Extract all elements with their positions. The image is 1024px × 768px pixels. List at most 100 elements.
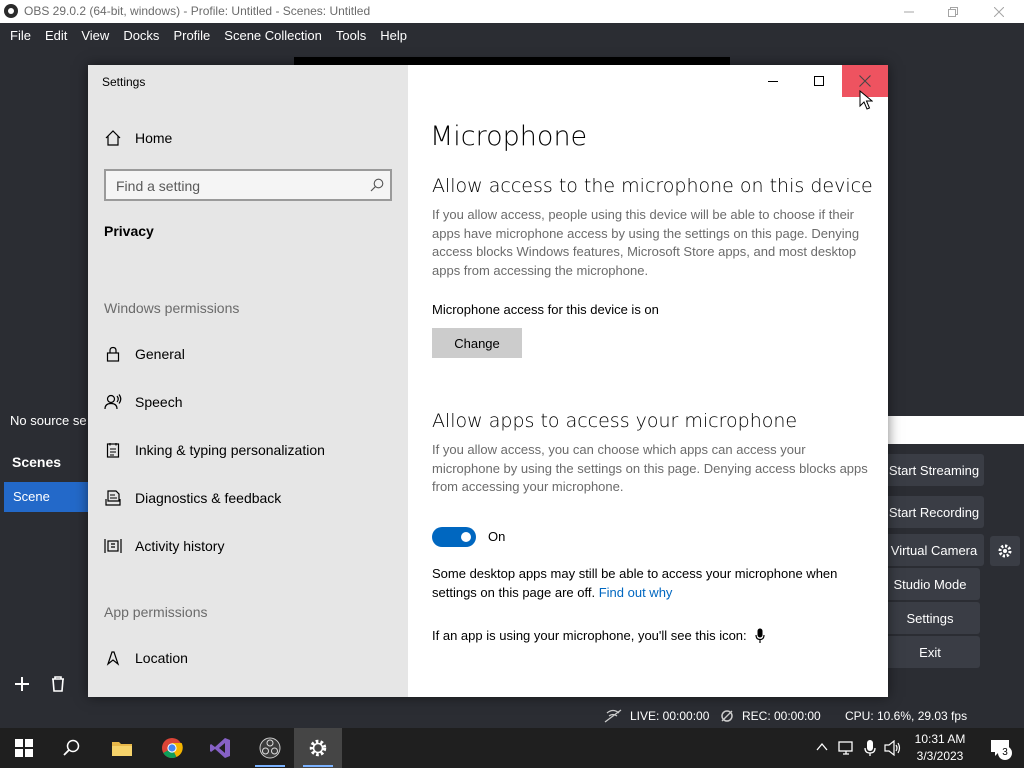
start-recording-button[interactable]: Start Recording (884, 496, 984, 528)
folder-icon (112, 742, 132, 756)
search-icon (63, 739, 80, 756)
app-access-toggle[interactable] (432, 527, 476, 547)
add-scene-button[interactable] (10, 672, 36, 696)
sidebar-item-label: Speech (135, 394, 183, 410)
sources-dock: No source se (0, 400, 88, 440)
visual-studio-icon (210, 738, 230, 758)
app-access-description: If you allow access, you can choose whic… (432, 442, 868, 494)
clock-date: 3/3/2023 (916, 749, 964, 763)
chrome-icon (162, 738, 183, 758)
obs-window-title: OBS 29.0.2 (64-bit, windows) - Profile: … (24, 4, 371, 18)
notification-count-badge: 3 (998, 746, 1012, 760)
change-button[interactable]: Change (432, 328, 522, 358)
menu-file[interactable]: File (4, 28, 37, 43)
studio-mode-button[interactable]: Studio Mode (880, 568, 980, 600)
obs-status-bar: LIVE: 00:00:00 REC: 00:00:00 CPU: 10.6%,… (0, 704, 1024, 728)
taskbar-clock[interactable]: 10:31 AM 3/3/2023 (900, 731, 980, 765)
virtual-camera-settings-button[interactable] (990, 536, 1020, 566)
settings-sidebar: Settings Home Find a setting Privacy Win… (88, 65, 408, 697)
privacy-heading: Privacy (104, 223, 154, 239)
scene-list-item[interactable]: Scene (4, 482, 88, 512)
network-wired-icon[interactable] (838, 740, 856, 756)
sidebar-item-diagnostics[interactable]: Diagnostics & feedback (104, 489, 281, 507)
network-icon (604, 709, 622, 723)
sidebar-item-label: Diagnostics & feedback (135, 490, 282, 506)
restore-icon (948, 6, 958, 17)
diagnostics-icon (104, 489, 122, 507)
sidebar-item-label: Activity history (135, 538, 225, 554)
start-button[interactable] (0, 728, 48, 768)
obs-minimize-button[interactable] (886, 0, 932, 23)
sidebar-item-label: Inking & typing personalization (135, 442, 325, 458)
app-access-heading: Allow apps to access your microphone (432, 410, 798, 432)
exit-button[interactable]: Exit (880, 636, 980, 668)
windows-permissions-group-label: Windows permissions (104, 300, 240, 316)
menu-view[interactable]: View (75, 28, 115, 43)
gear-icon (309, 739, 327, 757)
device-access-description: If you allow access, people using this d… (432, 207, 860, 278)
sidebar-item-label: General (135, 346, 185, 362)
home-icon (104, 129, 122, 147)
windows-logo-icon (15, 739, 33, 757)
microphone-tray-icon[interactable] (864, 739, 876, 757)
settings-content: Microphone Allow access to the microphon… (408, 65, 888, 697)
find-out-why-link[interactable]: Find out why (599, 585, 673, 600)
obs-close-button[interactable] (976, 0, 1022, 23)
device-access-status: Microphone access for this device is on (432, 302, 659, 317)
rec-timer: REC: 00:00:00 (742, 709, 821, 723)
obs-restore-button[interactable] (930, 0, 976, 23)
menu-docks[interactable]: Docks (117, 28, 165, 43)
minimize-icon (904, 11, 914, 12)
file-explorer-button[interactable] (98, 728, 146, 768)
sources-empty-text: No source se (10, 413, 87, 428)
speech-icon (104, 393, 122, 411)
start-streaming-button[interactable]: Start Streaming (884, 454, 984, 486)
settings-button[interactable]: Settings (880, 602, 980, 634)
activity-history-icon (104, 537, 122, 555)
plus-icon (15, 677, 29, 691)
cpu-status: CPU: 10.6%, 29.03 fps (845, 709, 968, 723)
settings-running-indicator (303, 765, 333, 767)
sidebar-item-home[interactable]: Home (104, 129, 172, 147)
menu-help[interactable]: Help (374, 28, 413, 43)
menu-profile[interactable]: Profile (167, 28, 216, 43)
live-timer: LIVE: 00:00:00 (630, 709, 710, 723)
search-icon (370, 178, 384, 192)
settings-window-title: Settings (102, 75, 146, 89)
gear-icon (998, 544, 1012, 558)
settings-taskbar-button[interactable] (294, 728, 342, 768)
properties-bar (888, 416, 1024, 444)
sidebar-item-speech[interactable]: Speech (104, 393, 182, 411)
inking-icon (104, 441, 122, 459)
obs-taskbar-button[interactable] (246, 728, 294, 768)
virtual-camera-button[interactable]: Virtual Camera (884, 534, 984, 566)
lock-icon (104, 345, 122, 363)
chrome-button[interactable] (148, 728, 196, 768)
microphone-icon (755, 628, 765, 644)
menu-scene-collection[interactable]: Scene Collection (218, 28, 328, 43)
device-access-heading: Allow access to the microphone on this d… (432, 175, 873, 197)
sidebar-item-label: Home (135, 130, 173, 146)
action-center-button[interactable]: 3 (976, 728, 1024, 768)
preview-area (294, 57, 730, 65)
clock-time: 10:31 AM (914, 732, 966, 746)
mouse-cursor-icon (859, 90, 873, 110)
sidebar-item-activity-history[interactable]: Activity history (104, 537, 224, 555)
chevron-up-icon[interactable] (816, 742, 828, 752)
obs-running-indicator (255, 765, 285, 767)
find-setting-search-input[interactable]: Find a setting (104, 169, 392, 201)
visual-studio-button[interactable] (196, 728, 244, 768)
record-icon (721, 710, 733, 722)
scenes-header: Scenes (12, 454, 62, 470)
menu-edit[interactable]: Edit (39, 28, 73, 43)
sidebar-item-inking-typing[interactable]: Inking & typing personalization (104, 441, 325, 459)
taskbar-search-button[interactable] (48, 728, 96, 768)
taskbar: 10:31 AM 3/3/2023 3 (0, 728, 1024, 768)
sidebar-item-label: Location (135, 650, 188, 666)
obs-logo-icon (4, 4, 18, 18)
menu-tools[interactable]: Tools (330, 28, 372, 43)
sidebar-item-general[interactable]: General (104, 345, 185, 363)
sidebar-item-location[interactable]: Location (104, 649, 188, 667)
toggle-knob (461, 532, 471, 542)
remove-scene-button[interactable] (46, 672, 72, 696)
